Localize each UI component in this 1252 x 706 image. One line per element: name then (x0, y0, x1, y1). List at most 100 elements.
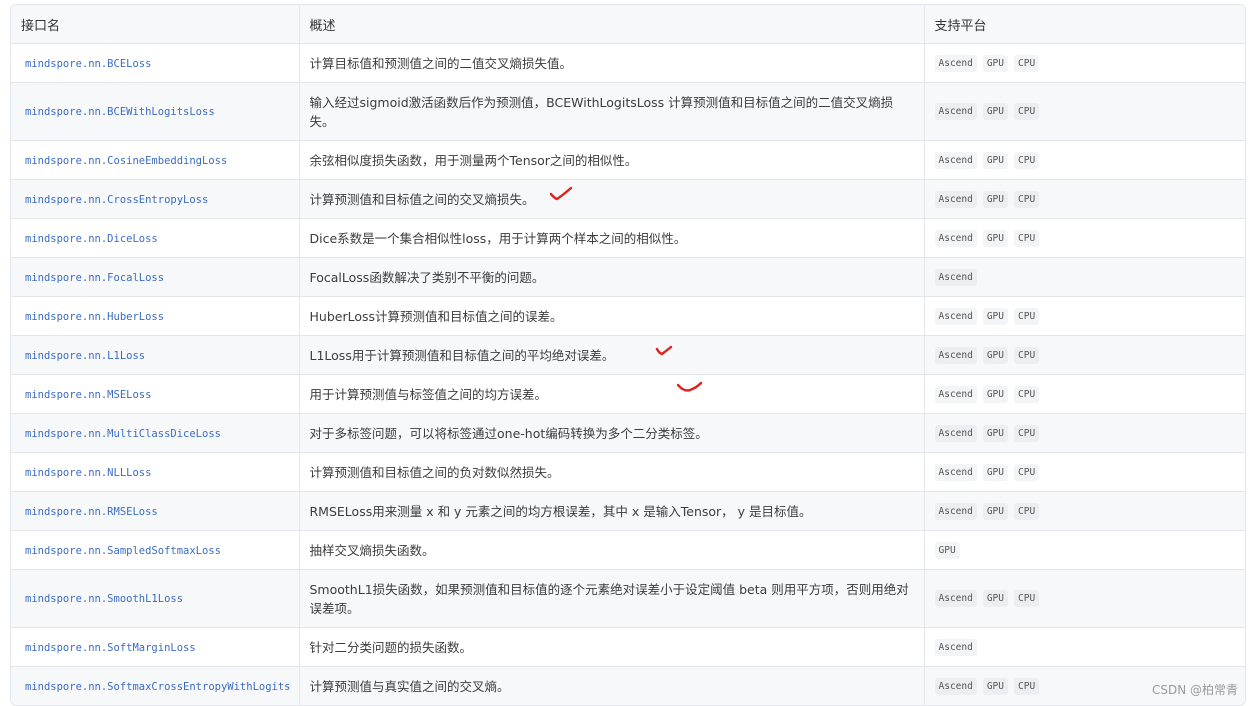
red-check-mark-icon (676, 381, 703, 392)
platforms-cell: Ascend GPU CPU (924, 296, 1245, 336)
platform-badge: CPU (1014, 346, 1040, 364)
description-cell: SmoothL1损失函数，如果预测值和目标值的逐个元素绝对误差小于设定阈值 be… (299, 569, 925, 628)
platform-badge: GPU (982, 307, 1008, 325)
platform-badge: GPU (982, 54, 1008, 72)
platforms-cell: Ascend (924, 257, 1245, 297)
platforms-cell: Ascend GPU CPU (924, 413, 1245, 453)
api-name-cell: mindspore.nn.SoftmaxCrossEntropyWithLogi… (11, 666, 300, 705)
platforms-cell: Ascend GPU CPU (924, 43, 1245, 83)
api-name-link[interactable]: mindspore.nn.SoftmaxCrossEntropyWithLogi… (21, 681, 291, 693)
platform-badge: Ascend (934, 502, 977, 520)
csdn-watermark: CSDN @柏常青 (1151, 683, 1238, 697)
platform-badge: GPU (982, 424, 1008, 442)
table-row: mindspore.nn.SmoothL1Loss SmoothL1损失函数，如果… (11, 569, 1245, 628)
description-cell: 计算预测值和目标值之间的交叉熵损失。 (299, 179, 925, 219)
api-name-link[interactable]: mindspore.nn.SmoothL1Loss (21, 593, 183, 605)
api-name-link[interactable]: mindspore.nn.MultiClassDiceLoss (21, 428, 221, 440)
platform-badge: Ascend (934, 54, 977, 72)
platform-badge: GPU (934, 541, 960, 559)
api-name-link[interactable]: mindspore.nn.DiceLoss (21, 233, 158, 245)
platform-badge: CPU (1014, 229, 1040, 247)
platform-badge: GPU (982, 346, 1008, 364)
platform-badge: Ascend (934, 103, 977, 120)
description-cell: 抽样交叉熵损失函数。 (299, 530, 925, 570)
platform-badge: GPU (982, 677, 1008, 695)
api-name-cell: mindspore.nn.BCELoss (11, 43, 300, 83)
table-row: mindspore.nn.L1Loss L1Loss用于计算预测值和目标值之间的平… (11, 335, 1245, 375)
platforms-cell: Ascend GPU CPU (924, 569, 1245, 628)
api-name-link[interactable]: mindspore.nn.L1Loss (21, 350, 145, 362)
platform-badge: CPU (1014, 424, 1040, 442)
platform-badge: Ascend (934, 190, 977, 208)
loss-function-table: 接口名 概述 支持平台 mindspore.nn.BCELoss 计算目标值和预测… (10, 4, 1246, 706)
description-text: 抽样交叉熵损失函数。 (309, 542, 435, 558)
description-text: L1Loss用于计算预测值和目标值之间的平均绝对误差。 (309, 347, 615, 363)
api-name-cell: mindspore.nn.NLLLoss (11, 452, 300, 492)
description-text: Dice系数是一个集合相似性loss，用于计算两个样本之间的相似性。 (309, 230, 687, 246)
table-row: mindspore.nn.CosineEmbeddingLoss 余弦相似度损失函… (11, 140, 1245, 180)
platform-badge: Ascend (934, 463, 977, 481)
api-name-link[interactable]: mindspore.nn.SampledSoftmaxLoss (21, 545, 221, 557)
description-text: 余弦相似度损失函数，用于测量两个Tensor之间的相似性。 (309, 152, 638, 168)
platform-badge: Ascend (934, 307, 977, 325)
description-cell: FocalLoss函数解决了类别不平衡的问题。 (299, 257, 925, 297)
platform-badge: Ascend (934, 268, 977, 286)
api-name-cell: mindspore.nn.RMSELoss (11, 491, 300, 531)
platform-badge: Ascend (934, 385, 977, 403)
api-name-cell: mindspore.nn.L1Loss (11, 335, 300, 375)
description-text: HuberLoss计算预测值和目标值之间的误差。 (309, 308, 563, 324)
table-row: mindspore.nn.DiceLoss Dice系数是一个集合相似性loss，… (11, 218, 1245, 258)
api-name-link[interactable]: mindspore.nn.NLLLoss (21, 467, 151, 479)
description-cell: 计算预测值和目标值之间的负对数似然损失。 (299, 452, 925, 492)
api-name-link[interactable]: mindspore.nn.FocalLoss (21, 272, 164, 284)
platform-badge: GPU (982, 151, 1008, 169)
api-name-cell: mindspore.nn.CosineEmbeddingLoss (11, 140, 300, 180)
api-name-link[interactable]: mindspore.nn.CrossEntropyLoss (21, 194, 208, 206)
api-name-link[interactable]: mindspore.nn.CosineEmbeddingLoss (21, 155, 227, 167)
table-row: mindspore.nn.NLLLoss 计算预测值和目标值之间的负对数似然损失。… (11, 452, 1245, 492)
platform-badge: GPU (982, 190, 1008, 208)
platform-badge: GPU (982, 590, 1008, 607)
platforms-cell: Ascend GPU CPU (924, 491, 1245, 531)
platform-badge: Ascend (934, 638, 977, 656)
platform-badge: GPU (982, 229, 1008, 247)
red-check-mark-icon (655, 345, 673, 356)
table-header-row: 接口名 概述 支持平台 (11, 5, 1245, 44)
description-text: 对于多标签问题，可以将标签通过one-hot编码转换为多个二分类标签。 (309, 425, 708, 441)
api-name-cell: mindspore.nn.HuberLoss (11, 296, 300, 336)
platforms-cell: Ascend GPU CPU (924, 452, 1245, 492)
platform-badge: CPU (1014, 590, 1040, 607)
platform-badge: GPU (982, 385, 1008, 403)
platforms-cell: Ascend GPU CPU (924, 179, 1245, 219)
platform-badge: CPU (1014, 463, 1040, 481)
table-row: mindspore.nn.FocalLoss FocalLoss函数解决了类别不平… (11, 257, 1245, 297)
description-text: 用于计算预测值与标签值之间的均方误差。 (309, 386, 548, 402)
platforms-cell: GPU (924, 530, 1245, 570)
description-cell: RMSELoss用来测量 x 和 y 元素之间的均方根误差，其中 x 是输入Te… (299, 491, 925, 531)
table-row: mindspore.nn.SampledSoftmaxLoss 抽样交叉熵损失函数… (11, 530, 1245, 570)
platform-badge: CPU (1014, 54, 1040, 72)
description-cell: 计算预测值与真实值之间的交叉熵。 (299, 666, 925, 705)
api-name-cell: mindspore.nn.BCEWithLogitsLoss (11, 82, 300, 141)
platforms-cell: Ascend GPU CPU (924, 374, 1245, 414)
table-row: mindspore.nn.BCEWithLogitsLoss 输入经过sigmoi… (11, 82, 1245, 141)
api-name-link[interactable]: mindspore.nn.SoftMarginLoss (21, 642, 196, 654)
platform-badge: CPU (1014, 151, 1040, 169)
api-name-link[interactable]: mindspore.nn.HuberLoss (21, 311, 164, 323)
api-name-cell: mindspore.nn.MultiClassDiceLoss (11, 413, 300, 453)
header-api-name: 接口名 (11, 5, 300, 44)
api-name-link[interactable]: mindspore.nn.RMSELoss (21, 506, 158, 518)
platform-badge: CPU (1014, 502, 1040, 520)
platform-badge: CPU (1014, 103, 1040, 120)
header-platforms: 支持平台 (924, 5, 1245, 44)
description-cell: 针对二分类问题的损失函数。 (299, 627, 925, 667)
api-name-link[interactable]: mindspore.nn.BCELoss (21, 58, 151, 70)
platform-badge: GPU (982, 103, 1008, 120)
api-name-link[interactable]: mindspore.nn.MSELoss (21, 389, 151, 401)
api-name-cell: mindspore.nn.SampledSoftmaxLoss (11, 530, 300, 570)
api-name-cell: mindspore.nn.DiceLoss (11, 218, 300, 258)
table-row: mindspore.nn.MultiClassDiceLoss 对于多标签问题，可… (11, 413, 1245, 453)
api-name-link[interactable]: mindspore.nn.BCEWithLogitsLoss (21, 106, 215, 118)
description-cell: 对于多标签问题，可以将标签通过one-hot编码转换为多个二分类标签。 (299, 413, 925, 453)
platforms-cell: Ascend GPU CPU (924, 335, 1245, 375)
